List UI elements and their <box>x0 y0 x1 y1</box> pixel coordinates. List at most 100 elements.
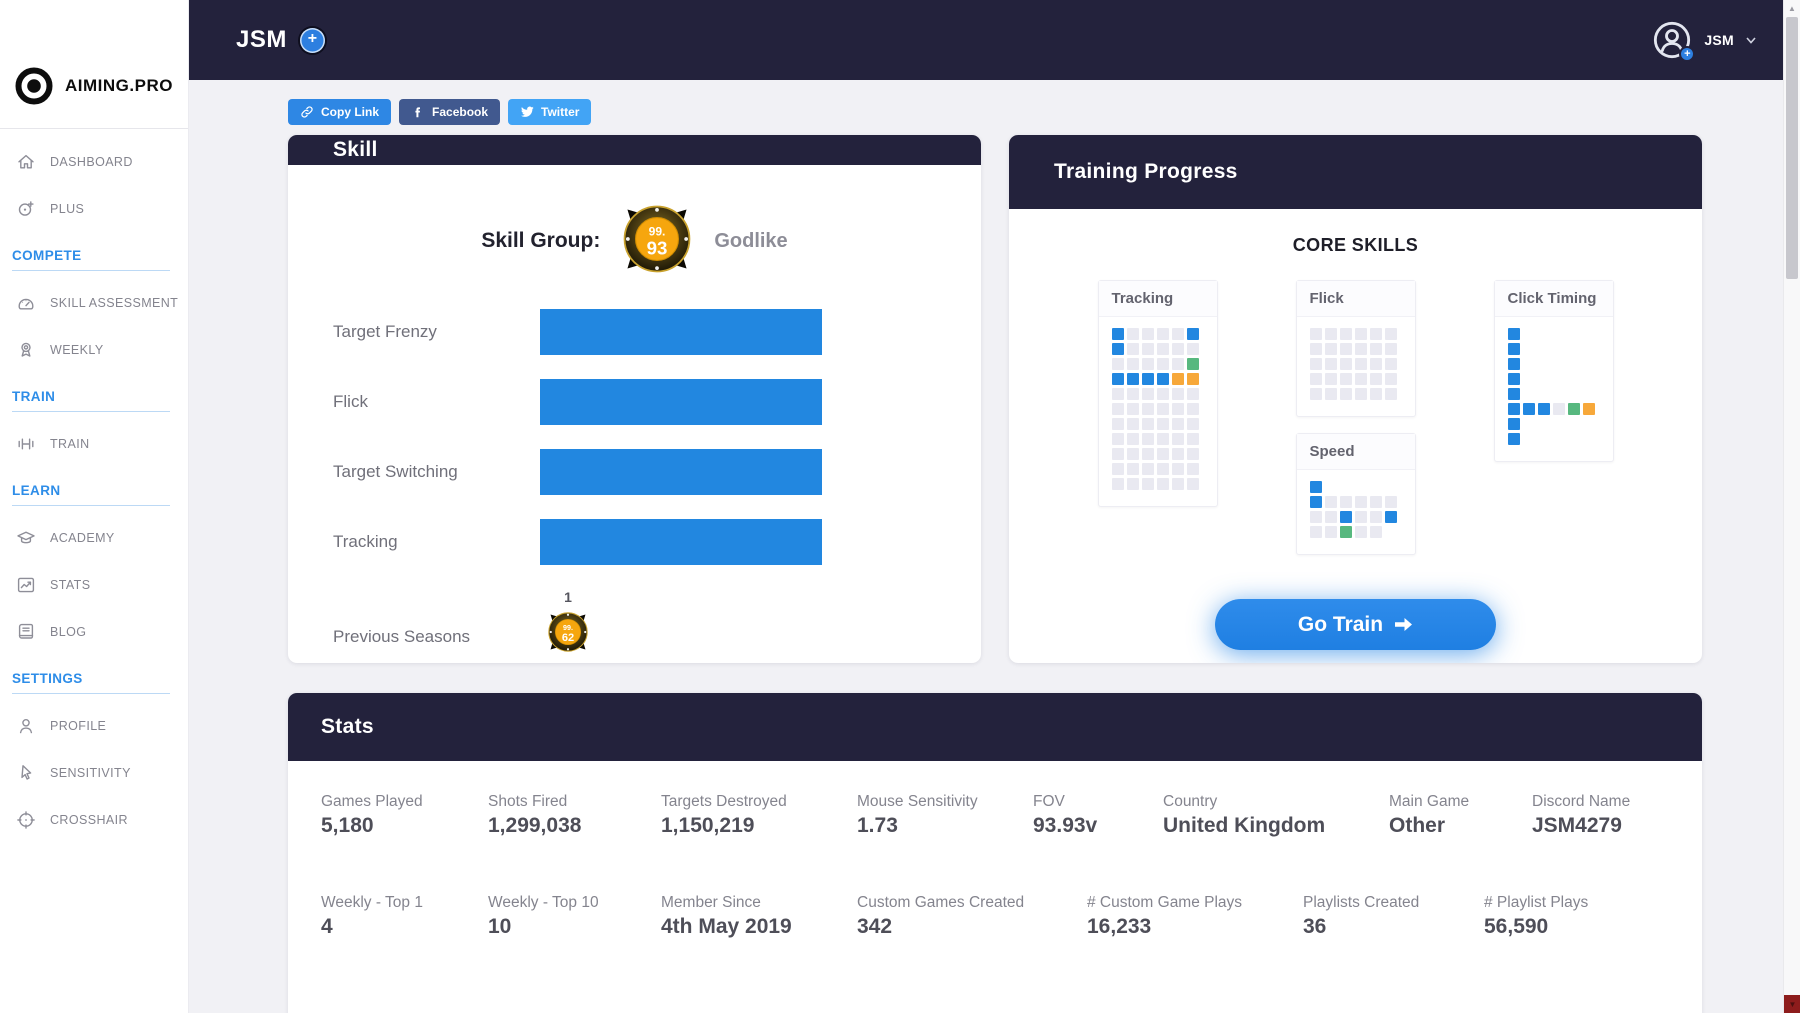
content: Copy Link Facebook Twitter Skill Skill Gro… <box>189 80 1800 1013</box>
skill-bar-fill <box>540 519 822 565</box>
stat-label: Targets Destroyed <box>661 793 857 811</box>
sidebar-section-learn: LEARN <box>0 467 188 514</box>
grid-row <box>1112 463 1204 475</box>
grid-cell <box>1340 373 1352 385</box>
avatar[interactable]: + <box>1652 20 1692 60</box>
sidebar-item-blog[interactable]: BLOG <box>0 608 188 655</box>
grid-cell <box>1325 358 1337 370</box>
grid-cell <box>1325 328 1337 340</box>
skill-card-body: Skill Group: 99.93 Godlike Target Frenzy… <box>288 165 981 663</box>
copy-link-button[interactable]: Copy Link <box>288 99 391 125</box>
grid-cell <box>1157 463 1169 475</box>
sidebar-item-skill-assessment[interactable]: SKILL ASSESSMENT <box>0 279 188 326</box>
previous-season-badge: 99.62 <box>542 606 594 663</box>
grid-cell <box>1370 526 1382 538</box>
user-menu[interactable]: + JSM <box>1652 20 1756 60</box>
scrollbar[interactable]: ▲ ▼ <box>1783 0 1800 1013</box>
stat-item-member-since: Member Since4th May 2019 <box>661 894 857 939</box>
grid-cell <box>1310 328 1322 340</box>
scroll-down-arrow[interactable]: ▼ <box>1784 995 1800 1013</box>
sidebar-item-stats[interactable]: STATS <box>0 561 188 608</box>
grid-cell <box>1142 478 1154 490</box>
stat-value: 1.73 <box>857 814 1033 838</box>
sidebar-item-dashboard[interactable]: DASHBOARD <box>0 138 188 185</box>
avatar-add-icon[interactable]: + <box>1679 46 1695 62</box>
sidebar-item-label: BLOG <box>50 625 86 639</box>
sidebar-item-sensitivity[interactable]: SENSITIVITY <box>0 749 188 796</box>
sidebar-item-plus[interactable]: PLUS <box>0 185 188 232</box>
scroll-thumb[interactable] <box>1786 17 1798 279</box>
go-train-button[interactable]: Go Train <box>1215 599 1496 650</box>
grid-cell <box>1355 496 1367 508</box>
brand-logo[interactable]: AIMING.PRO <box>0 0 188 128</box>
grid-cell <box>1325 496 1337 508</box>
scroll-up-arrow[interactable]: ▲ <box>1784 0 1800 17</box>
sidebar-item-label: PLUS <box>50 202 84 216</box>
grid-cell <box>1340 511 1352 523</box>
grid-cell <box>1112 403 1124 415</box>
skill-panel-tracking: Tracking <box>1098 280 1218 507</box>
sidebar-item-label: CROSSHAIR <box>50 813 128 827</box>
stat-item-fov: FOV 93.93v <box>1033 793 1163 838</box>
grid-cell <box>1127 403 1139 415</box>
grid-cell <box>1385 388 1397 400</box>
sidebar-section-label: TRAIN <box>12 389 170 412</box>
stat-label: Playlists Created <box>1303 894 1484 912</box>
grid-cell <box>1172 478 1184 490</box>
skill-panel-flick: Flick <box>1296 280 1416 417</box>
skill-card: Skill Skill Group: 99.93 Godlike Target … <box>288 135 981 663</box>
grid-row <box>1310 526 1402 538</box>
grid-cell <box>1325 526 1337 538</box>
grid-row <box>1508 343 1600 355</box>
skill-panel-click-timing: Click Timing <box>1494 280 1614 462</box>
grid-cell <box>1127 358 1139 370</box>
skill-bar-track <box>540 449 822 495</box>
grid-row <box>1112 358 1204 370</box>
stat-value: 5,180 <box>321 814 488 838</box>
sidebar-nav: DASHBOARDPLUSCOMPETESKILL ASSESSMENTWEEK… <box>0 129 188 843</box>
sidebar-item-profile[interactable]: PROFILE <box>0 702 188 749</box>
share-button-label: Copy Link <box>321 105 379 119</box>
grid-cell <box>1142 418 1154 430</box>
sidebar-item-weekly[interactable]: WEEKLY <box>0 326 188 373</box>
grid-cell <box>1157 373 1169 385</box>
sidebar-section-settings: SETTINGS <box>0 655 188 702</box>
panel-title: Tracking <box>1099 281 1217 317</box>
grid-cell <box>1553 403 1565 415</box>
stat-item-weekly-top-10: Weekly - Top 1010 <box>488 894 661 939</box>
stat-label: Mouse Sensitivity <box>857 793 1033 811</box>
stats-row-1: Games Played5,180Shots Fired1,299,038Tar… <box>321 793 1669 838</box>
add-plus-button[interactable]: + <box>300 28 325 53</box>
twitter-button[interactable]: Twitter <box>508 99 591 125</box>
grid-cell <box>1172 358 1184 370</box>
stat-label: FOV <box>1033 793 1163 811</box>
stat-item-playlist-plays: # Playlist Plays56,590 <box>1484 894 1669 939</box>
grid-cell <box>1157 478 1169 490</box>
panel-grid <box>1297 470 1415 554</box>
grid-cell <box>1187 328 1199 340</box>
grid-row <box>1508 388 1600 400</box>
core-skills-panels: TrackingFlickSpeedClick Timing <box>1098 280 1614 555</box>
facebook-button[interactable]: Facebook <box>399 99 500 125</box>
twitter-icon <box>520 105 534 119</box>
sidebar: AIMING.PRO DASHBOARDPLUSCOMPETESKILL ASS… <box>0 0 189 1013</box>
skill-bar-fill <box>540 449 822 495</box>
previous-season-badge-block: 1 99.62 <box>540 589 596 663</box>
share-button-label: Twitter <box>541 105 579 119</box>
sidebar-item-crosshair[interactable]: CROSSHAIR <box>0 796 188 843</box>
grid-cell <box>1112 448 1124 460</box>
grid-cell <box>1538 403 1550 415</box>
skill-bar-track <box>540 379 822 425</box>
stat-value: 36 <box>1303 915 1484 939</box>
grid-row <box>1112 403 1204 415</box>
stat-value: 93.93v <box>1033 814 1163 838</box>
grid-row <box>1508 433 1600 445</box>
stat-value: 1,150,219 <box>661 814 857 838</box>
grid-cell <box>1340 343 1352 355</box>
grid-cell <box>1370 373 1382 385</box>
stat-label: Main Game <box>1389 793 1532 811</box>
grid-cell <box>1172 403 1184 415</box>
sidebar-item-academy[interactable]: ACADEMY <box>0 514 188 561</box>
sidebar-item-train[interactable]: TRAIN <box>0 420 188 467</box>
grid-cell <box>1142 433 1154 445</box>
